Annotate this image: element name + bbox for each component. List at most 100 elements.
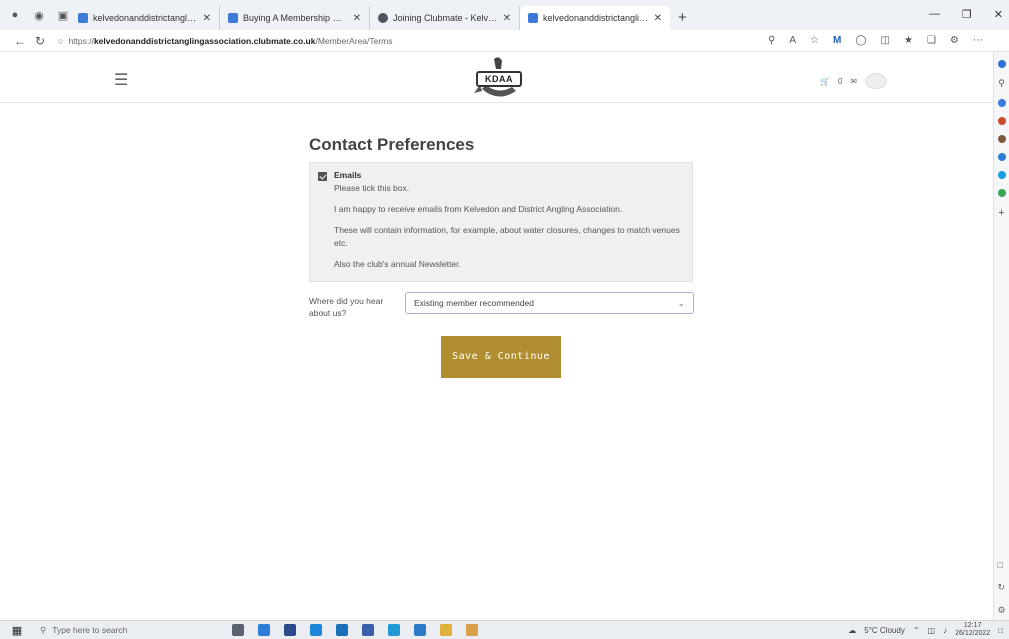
basket-count: 0 [837,76,843,86]
profile-icon[interactable]: ● [8,8,22,22]
window-controls: — ❐ ✕ [929,8,1003,21]
site-favicon-icon [228,13,238,23]
tab-title: kelvedonanddistrictanglingassoc [93,13,198,23]
notifications-icon[interactable]: □ [998,626,1003,635]
more-options-icon[interactable]: ⋯ [973,35,983,46]
close-tab-icon[interactable]: ✕ [654,13,662,24]
browser-tab-3[interactable]: Joining Clubmate - Kelvedon Dis ✕ [370,6,520,30]
file-explorer-icon[interactable] [440,624,452,636]
url-field[interactable]: ○ https://kelvedonanddistrictanglingasso… [58,36,698,46]
hear-about-us-select[interactable]: Existing member recommended ⌄ [405,292,694,314]
sidebar-person-icon[interactable] [997,135,1006,143]
kdaa-logo[interactable]: KDAA [468,55,530,101]
tab-title: Joining Clubmate - Kelvedon Dis [393,13,498,23]
email-preference-box: Emails Please tick this box. I am happy … [309,162,693,282]
address-bar: ← ↻ ○ https://kelvedonanddistrictangling… [0,30,1009,52]
tab-actions-icon[interactable]: ▣ [56,8,70,22]
browser-tab-1[interactable]: kelvedonanddistrictanglingassoc ✕ [70,6,220,30]
browser-sidebar: ⚲ + □ ↻ ⚙ [993,52,1009,620]
mail-app-icon[interactable] [284,624,296,636]
emails-instruction: Please tick this box. [334,183,410,193]
close-tab-icon[interactable]: ✕ [503,13,511,24]
contact-preferences-section: Contact Preferences Emails Please tick t… [309,135,699,378]
sidebar-search-icon[interactable]: ⚲ [998,78,1005,89]
save-continue-button[interactable]: Save & Continue [441,336,561,378]
taskbar-search-placeholder: Type here to search [52,625,128,635]
extension-m-icon[interactable]: M [833,35,841,46]
header-icons: 🛒 0 ✉ [820,73,888,89]
photos-app-icon[interactable] [414,624,426,636]
sidebar-settings-icon[interactable]: ⚙ [997,605,1005,616]
clock-date: 26/12/2022 [955,630,991,637]
edge-app-icon[interactable] [310,624,322,636]
taskbar-apps [232,624,478,636]
close-window-icon[interactable]: ✕ [994,8,1003,21]
search-icon[interactable]: ⚲ [768,35,775,46]
page-title: Contact Preferences [309,135,475,154]
split-screen-icon[interactable]: ◫ [881,35,890,46]
todo-app-icon[interactable] [258,624,270,636]
restore-icon[interactable]: ❐ [962,8,972,21]
sidebar-games-icon[interactable] [997,153,1006,161]
collections-icon[interactable]: ❏ [927,35,936,46]
mail-icon[interactable]: ✉ [850,77,857,86]
app-icon[interactable] [466,624,478,636]
tray-volume-icon[interactable]: ♪ [943,626,947,635]
store-app-icon[interactable] [336,624,348,636]
sidebar-shopping-icon[interactable] [997,117,1006,125]
sidebar-history-icon[interactable]: ↻ [997,582,1005,593]
windows-start-icon[interactable]: ▦ [8,624,26,637]
basket-icon[interactable]: 🛒 [820,77,830,86]
tab-title: kelvedonanddistrictanglingassoc [543,13,649,23]
hear-about-us-label: Where did you hear about us? [309,296,384,318]
extension-icon[interactable]: ◯ [855,35,866,46]
site-header: ☰ KDAA 🛒 0 ✉ [0,53,993,103]
close-tab-icon[interactable]: ✕ [203,13,211,24]
refresh-icon[interactable]: ↻ [30,34,50,48]
browser-tab-2[interactable]: Buying A Membership Guide | Cl ✕ [220,6,370,30]
word-app-icon[interactable] [362,624,374,636]
logo-text: KDAA [476,71,522,87]
emails-checkbox[interactable] [318,172,327,181]
minimize-icon[interactable]: — [929,8,940,21]
emails-consent-line: I am happy to receive emails from Kelved… [334,204,623,214]
copilot-icon[interactable]: ⚙ [950,35,959,46]
browser-tab-4-active[interactable]: kelvedonanddistrictanglingassoc ✕ [520,6,670,30]
back-arrow-icon[interactable]: ← [10,34,30,48]
emails-newsletter-line: Also the club's annual Newsletter. [334,259,461,269]
site-favicon-icon [78,13,88,23]
hamburger-menu-icon[interactable]: ☰ [114,70,128,90]
sidebar-tag-icon[interactable] [997,99,1006,107]
browser-app-icon[interactable] [388,624,400,636]
address-bar-icons: ⚲ A ☆ M ◯ ◫ ★ ❏ ⚙ ⋯ [768,35,983,46]
tray-network-icon[interactable]: ◫ [928,626,936,635]
workspaces-icon[interactable]: ◉ [32,8,46,22]
browser-tab-bar: ● ◉ ▣ kelvedonanddistrictanglingassoc ✕ … [0,0,1009,30]
close-tab-icon[interactable]: ✕ [353,13,361,24]
sidebar-bottom: □ ↻ ⚙ [997,560,1005,616]
sidebar-layout-icon[interactable]: □ [997,560,1005,570]
user-avatar[interactable] [865,73,888,89]
site-favicon-icon [528,13,538,23]
taskbar-search[interactable]: ⚲ Type here to search [26,625,226,636]
sidebar-outlook-icon[interactable] [997,171,1006,179]
sidebar-add-icon[interactable]: + [998,207,1004,219]
windows-taskbar: ▦ ⚲ Type here to search ☁ 5°C Cloudy ⌃ ◫… [0,620,1009,639]
task-view-icon[interactable] [232,624,244,636]
url-text: https://kelvedonanddistrictanglingassoci… [68,35,393,46]
hear-about-us-value: Existing member recommended [414,298,534,308]
new-tab-button[interactable]: + [670,9,695,30]
weather-icon[interactable]: ☁ [848,626,856,635]
weather-text[interactable]: 5°C Cloudy [864,626,905,635]
clock-time: 12:17 [963,622,982,629]
taskbar-clock[interactable]: 12:17 26/12/2022 [955,622,990,638]
tray-chevron-up-icon[interactable]: ⌃ [913,626,920,635]
tab-bar-left-icons: ● ◉ ▣ [0,0,70,30]
sidebar-bing-icon[interactable] [997,60,1006,68]
read-aloud-icon[interactable]: A [789,35,796,46]
sidebar-tools-icon[interactable] [997,189,1006,197]
favorite-star-icon[interactable]: ☆ [810,35,819,46]
favorites-icon[interactable]: ★ [904,35,913,46]
lock-icon[interactable]: ○ [58,36,63,46]
chevron-down-icon: ⌄ [677,297,685,308]
